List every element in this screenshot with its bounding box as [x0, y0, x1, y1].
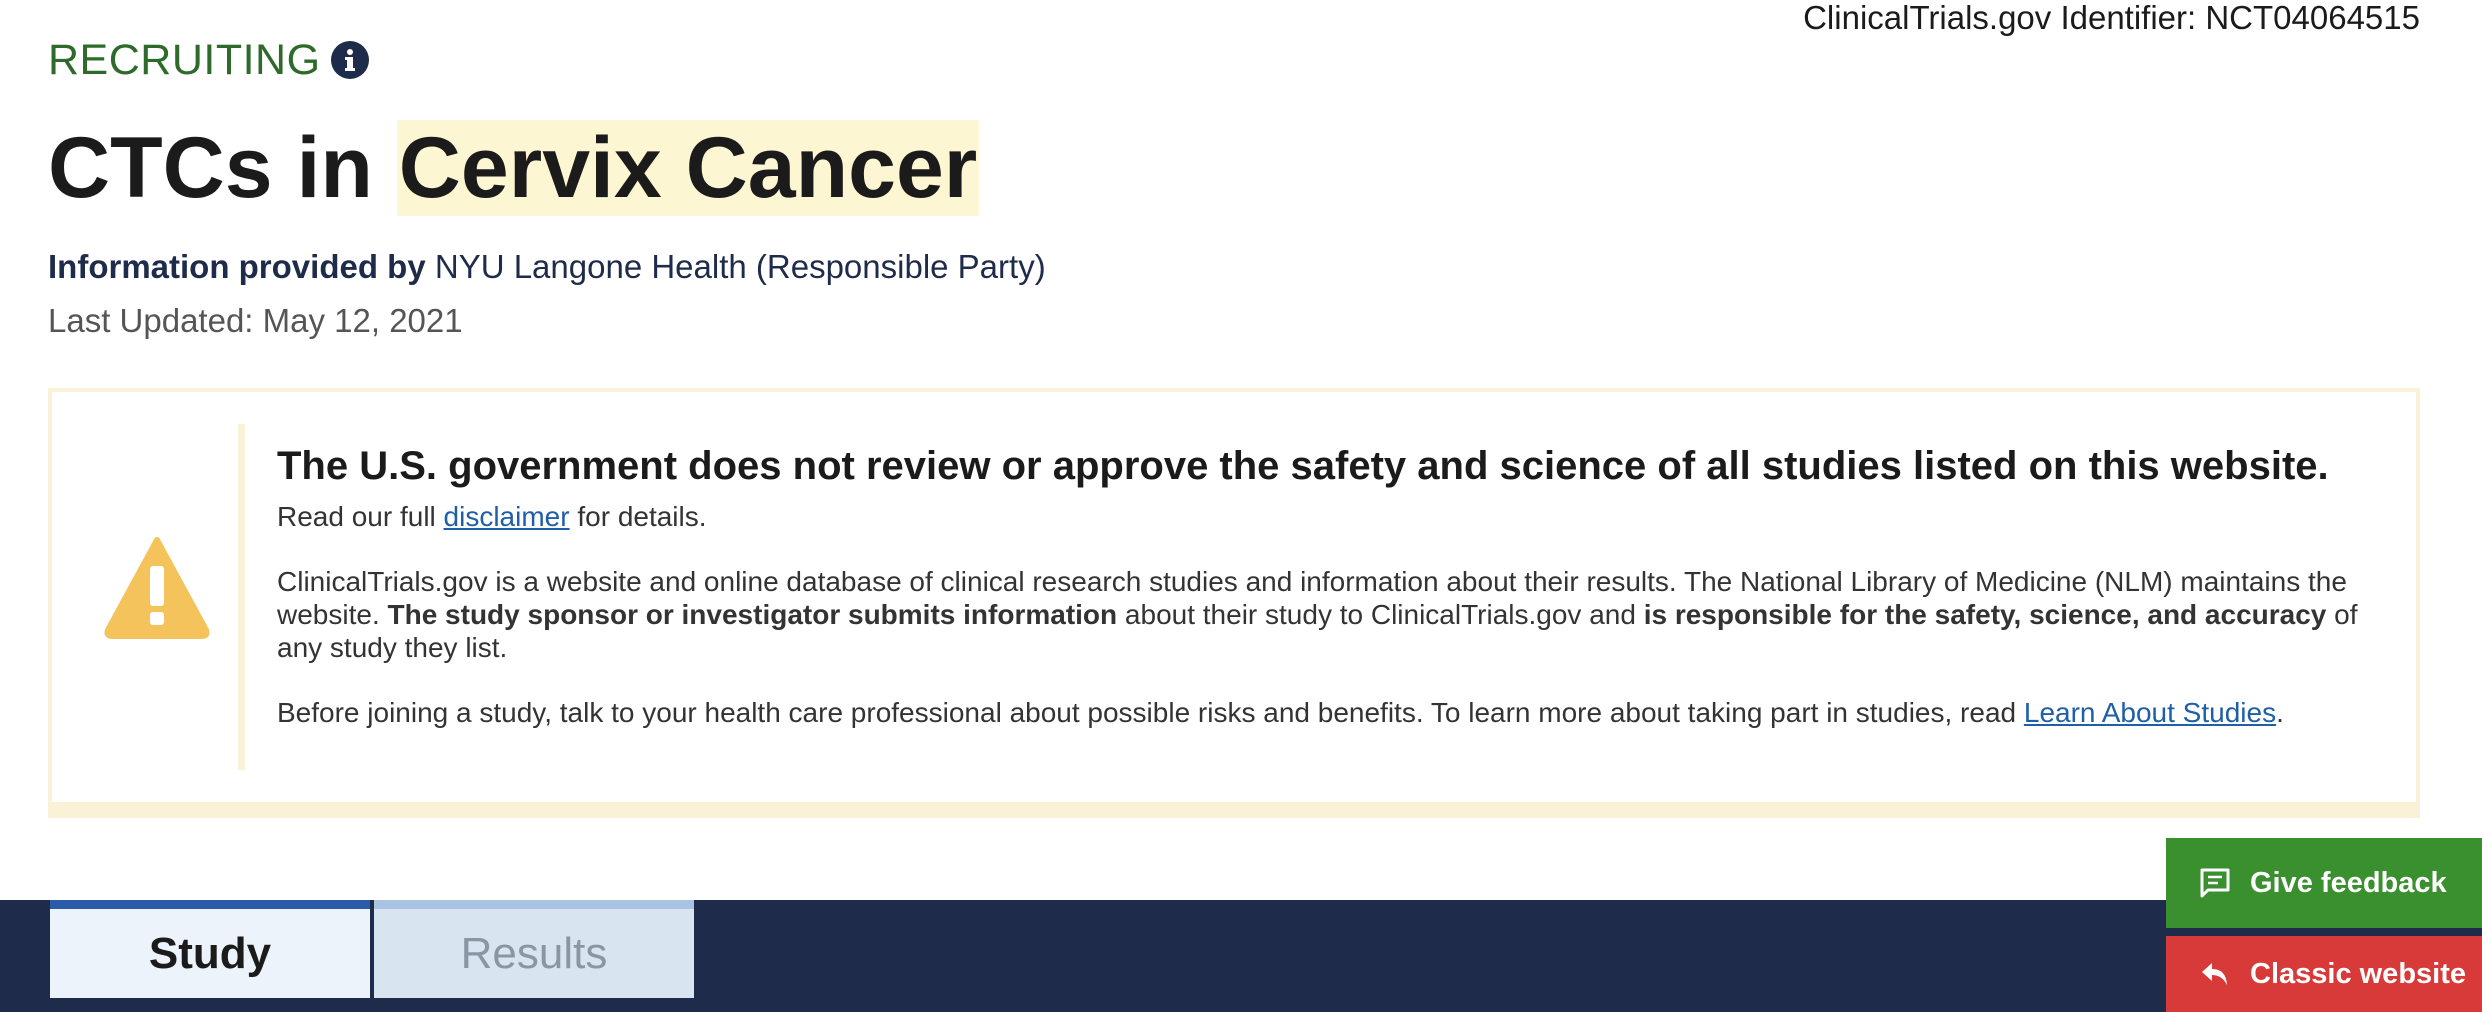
back-arrow-icon: [2198, 957, 2232, 991]
give-feedback-button[interactable]: Give feedback: [2166, 838, 2482, 928]
title-prefix: CTCs in: [48, 120, 397, 216]
provided-by: Information provided by NYU Langone Heal…: [48, 247, 1046, 287]
feedback-icon: [2198, 866, 2232, 900]
classic-website-label: Classic website: [2250, 957, 2466, 990]
disclaimer-box: The U.S. government does not review or a…: [48, 388, 2420, 818]
disclaimer-heading: The U.S. government does not review or a…: [277, 444, 2329, 488]
last-updated: Last Updated: May 12, 2021: [48, 302, 463, 339]
warning-triangle-icon: [102, 532, 212, 647]
recruitment-status: RECRUITING: [48, 36, 321, 84]
tab-results[interactable]: Results: [374, 900, 694, 998]
classic-website-button[interactable]: Classic website: [2166, 936, 2482, 1012]
info-icon[interactable]: [330, 41, 369, 79]
p2-b: The study sponsor or investigator submit…: [387, 599, 1118, 630]
provided-by-value: NYU Langone Health (Responsible Party): [425, 248, 1046, 285]
learn-about-studies-link[interactable]: Learn About Studies: [2024, 697, 2276, 728]
read-suffix: for details.: [569, 501, 707, 532]
provided-by-label: Information provided by: [48, 248, 426, 285]
disclaimer-read: Read our full disclaimer for details.: [277, 500, 2398, 533]
give-feedback-label: Give feedback: [2250, 866, 2447, 899]
disclaimer-body: The U.S. government does not review or a…: [238, 424, 2398, 770]
tab-bar: Study Results: [0, 900, 2482, 1012]
disclaimer-link[interactable]: disclaimer: [444, 501, 570, 532]
disclaimer-paragraph: ClinicalTrials.gov is a website and onli…: [277, 565, 2398, 664]
p2-d: is responsible for the safety, science, …: [1643, 599, 2327, 630]
page-title: CTCs in Cervix Cancer: [48, 118, 980, 218]
read-prefix: Read our full: [277, 501, 444, 532]
p3-a: Before joining a study, talk to your hea…: [277, 697, 2024, 728]
status-row: RECRUITING: [48, 32, 369, 88]
p2-c: about their study to ClinicalTrials.gov …: [1117, 599, 1644, 630]
tab-study[interactable]: Study: [50, 900, 370, 998]
p3-end: .: [2276, 697, 2284, 728]
disclaimer-advice: Before joining a study, talk to your hea…: [277, 696, 2398, 729]
study-identifier: ClinicalTrials.gov Identifier: NCT040645…: [1803, 0, 2420, 36]
title-highlight: Cervix Cancer: [396, 120, 980, 216]
